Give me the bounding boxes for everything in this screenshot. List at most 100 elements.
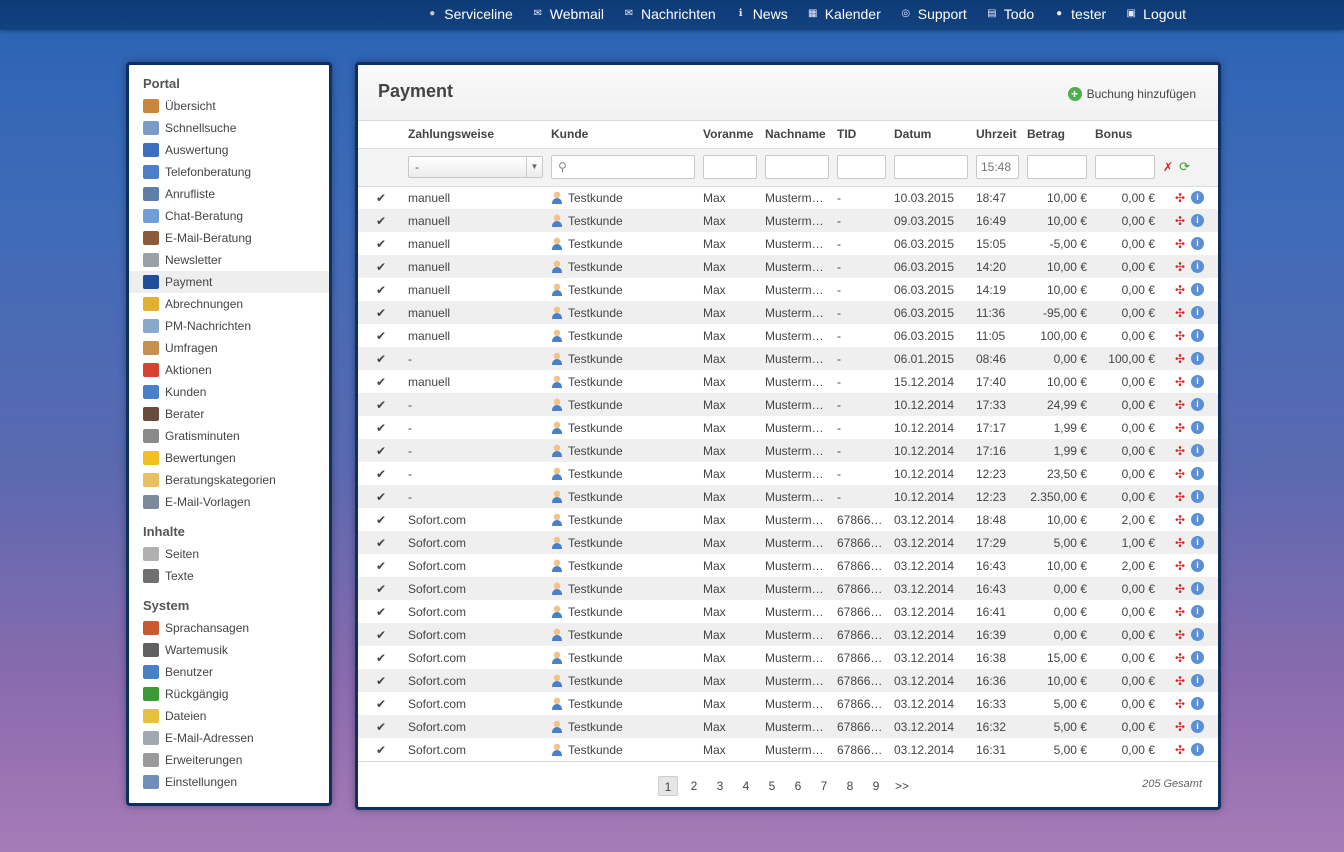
page-button[interactable]: 9	[866, 776, 886, 796]
info-icon[interactable]: i	[1191, 490, 1205, 503]
sidebar-item[interactable]: Auswertung	[129, 139, 329, 161]
page-button[interactable]: 4	[736, 776, 756, 796]
vorname-filter-input[interactable]	[703, 155, 757, 179]
cell-customer[interactable]: Testkunde	[547, 715, 699, 738]
betrag-filter-input[interactable]	[1027, 155, 1087, 179]
sidebar-item[interactable]: Sprachansagen	[129, 617, 329, 639]
page-button[interactable]: >>	[892, 776, 912, 796]
column-header[interactable]: Betrag	[1023, 121, 1091, 148]
move-icon[interactable]: ✣	[1175, 307, 1185, 319]
info-icon[interactable]: i	[1191, 214, 1205, 227]
table-row[interactable]: ✔ Sofort.com Testkunde Max Musterm… 67866… 03.…	[358, 646, 1218, 669]
info-icon[interactable]: i	[1191, 421, 1205, 434]
table-row[interactable]: ✔ manuell Testkunde Max Musterm… - 06.03.2015 1…	[358, 324, 1218, 347]
sidebar-item[interactable]: Beratungskategorien	[129, 469, 329, 491]
table-row[interactable]: ✔ manuell Testkunde Max Musterm… - 10.03.2015 1…	[358, 186, 1218, 209]
table-row[interactable]: ✔ Sofort.com Testkunde Max Musterm… 67866… 03.…	[358, 623, 1218, 646]
cell-customer[interactable]: Testkunde	[547, 646, 699, 669]
info-icon[interactable]: i	[1191, 306, 1205, 319]
page-button[interactable]: 7	[814, 776, 834, 796]
zahlungsweise-select[interactable]: - ▼	[408, 156, 543, 178]
topnav-item-0[interactable]: ● Serviceline	[425, 6, 513, 22]
move-icon[interactable]: ✣	[1175, 284, 1185, 296]
sidebar-item[interactable]: Gratisminuten	[129, 425, 329, 447]
cell-customer[interactable]: Testkunde	[547, 692, 699, 715]
page-button[interactable]: 1	[658, 776, 678, 796]
move-icon[interactable]: ✣	[1175, 560, 1185, 572]
topnav-item-5[interactable]: ◎ Support	[899, 6, 966, 22]
table-row[interactable]: ✔ manuell Testkunde Max Musterm… - 06.03.2015 1…	[358, 278, 1218, 301]
datum-filter-input[interactable]	[894, 155, 968, 179]
topnav-item-1[interactable]: ✉ Webmail	[531, 6, 604, 22]
sidebar-item[interactable]: PM-Nachrichten	[129, 315, 329, 337]
info-icon[interactable]: i	[1191, 582, 1205, 595]
sidebar-item[interactable]: E-Mail-Beratung	[129, 227, 329, 249]
move-icon[interactable]: ✣	[1175, 353, 1185, 365]
topnav-item-4[interactable]: ▦ Kalender	[806, 6, 881, 22]
table-row[interactable]: ✔ Sofort.com Testkunde Max Musterm… 67866… 03.…	[358, 692, 1218, 715]
move-icon[interactable]: ✣	[1175, 537, 1185, 549]
table-row[interactable]: ✔ - Testkunde Max Musterm… -10.12.2014 17:16 1,…	[358, 439, 1218, 462]
sidebar-item[interactable]: Übersicht	[129, 95, 329, 117]
table-row[interactable]: ✔ - Testkunde Max Musterm… -10.12.2014 12:23 2.…	[358, 485, 1218, 508]
table-row[interactable]: ✔ - Testkunde Max Musterm… -10.12.2014 17:17 1,…	[358, 416, 1218, 439]
topnav-item-2[interactable]: ✉ Nachrichten	[622, 6, 716, 22]
info-icon[interactable]: i	[1191, 398, 1205, 411]
page-button[interactable]: 3	[710, 776, 730, 796]
clear-filter-icon[interactable]: ✗	[1163, 160, 1173, 174]
move-icon[interactable]: ✣	[1175, 376, 1185, 388]
column-header[interactable]: Nachname	[761, 121, 833, 148]
cell-customer[interactable]: Testkunde	[547, 301, 699, 324]
info-icon[interactable]: i	[1191, 651, 1205, 664]
sidebar-item[interactable]: Chat-Beratung	[129, 205, 329, 227]
move-icon[interactable]: ✣	[1175, 721, 1185, 733]
sidebar-item[interactable]: E-Mail-Adressen	[129, 727, 329, 749]
sidebar-item[interactable]: Newsletter	[129, 249, 329, 271]
move-icon[interactable]: ✣	[1175, 261, 1185, 273]
move-icon[interactable]: ✣	[1175, 330, 1185, 342]
cell-customer[interactable]: Testkunde	[547, 462, 699, 485]
move-icon[interactable]: ✣	[1175, 215, 1185, 227]
info-icon[interactable]: i	[1191, 628, 1205, 641]
table-row[interactable]: ✔ - Testkunde Max Musterm… -06.01.2015 08:46 0,…	[358, 347, 1218, 370]
move-icon[interactable]: ✣	[1175, 422, 1185, 434]
table-row[interactable]: ✔ manuell Testkunde Max Musterm… -09.03.2015 1…	[358, 209, 1218, 232]
move-icon[interactable]: ✣	[1175, 675, 1185, 687]
column-header[interactable]: Uhrzeit	[972, 121, 1023, 148]
info-icon[interactable]: i	[1191, 536, 1205, 549]
column-header[interactable]: Bonus	[1091, 121, 1159, 148]
cell-customer[interactable]: Testkunde	[547, 278, 699, 301]
table-row[interactable]: ✔ Sofort.com Testkunde Max Musterm… 67866… 03.…	[358, 531, 1218, 554]
refresh-icon[interactable]: ⟳	[1179, 159, 1190, 175]
sidebar-item[interactable]: Wartemusik	[129, 639, 329, 661]
cell-customer[interactable]: Testkunde	[547, 324, 699, 347]
column-header[interactable]: Zahlungsweise	[404, 121, 547, 148]
cell-customer[interactable]: Testkunde	[547, 347, 699, 370]
table-row[interactable]: ✔ manuell Testkunde Max Musterm… - 06.03.2015 1…	[358, 232, 1218, 255]
sidebar-item[interactable]: Einstellungen	[129, 771, 329, 793]
sidebar-item[interactable]: Bewertungen	[129, 447, 329, 469]
topnav-item-3[interactable]: ℹ News	[734, 6, 788, 22]
sidebar-item[interactable]: Umfragen	[129, 337, 329, 359]
table-row[interactable]: ✔ Sofort.com Testkunde Max Musterm… 67866… 03.…	[358, 508, 1218, 531]
sidebar-item[interactable]: Telefonberatung	[129, 161, 329, 183]
move-icon[interactable]: ✣	[1175, 514, 1185, 526]
topnav-item-7[interactable]: ● tester	[1052, 6, 1106, 22]
cell-customer[interactable]: Testkunde	[547, 370, 699, 393]
sidebar-item[interactable]: Erweiterungen	[129, 749, 329, 771]
move-icon[interactable]: ✣	[1175, 491, 1185, 503]
sidebar-item[interactable]: Rückgängig	[129, 683, 329, 705]
cell-customer[interactable]: Testkunde	[547, 623, 699, 646]
sidebar-item[interactable]: Schnellsuche	[129, 117, 329, 139]
cell-customer[interactable]: Testkunde	[547, 738, 699, 761]
column-header[interactable]: TID	[833, 121, 890, 148]
move-icon[interactable]: ✣	[1175, 744, 1185, 756]
cell-customer[interactable]: Testkunde	[547, 393, 699, 416]
nachname-filter-input[interactable]	[765, 155, 829, 179]
page-button[interactable]: 8	[840, 776, 860, 796]
info-icon[interactable]: i	[1191, 352, 1205, 365]
sidebar-item[interactable]: Seiten	[129, 543, 329, 565]
topnav-item-6[interactable]: ▤ Todo	[985, 6, 1034, 22]
page-button[interactable]: 2	[684, 776, 704, 796]
table-row[interactable]: ✔ Sofort.com Testkunde Max Musterm… 67866… 03.…	[358, 715, 1218, 738]
